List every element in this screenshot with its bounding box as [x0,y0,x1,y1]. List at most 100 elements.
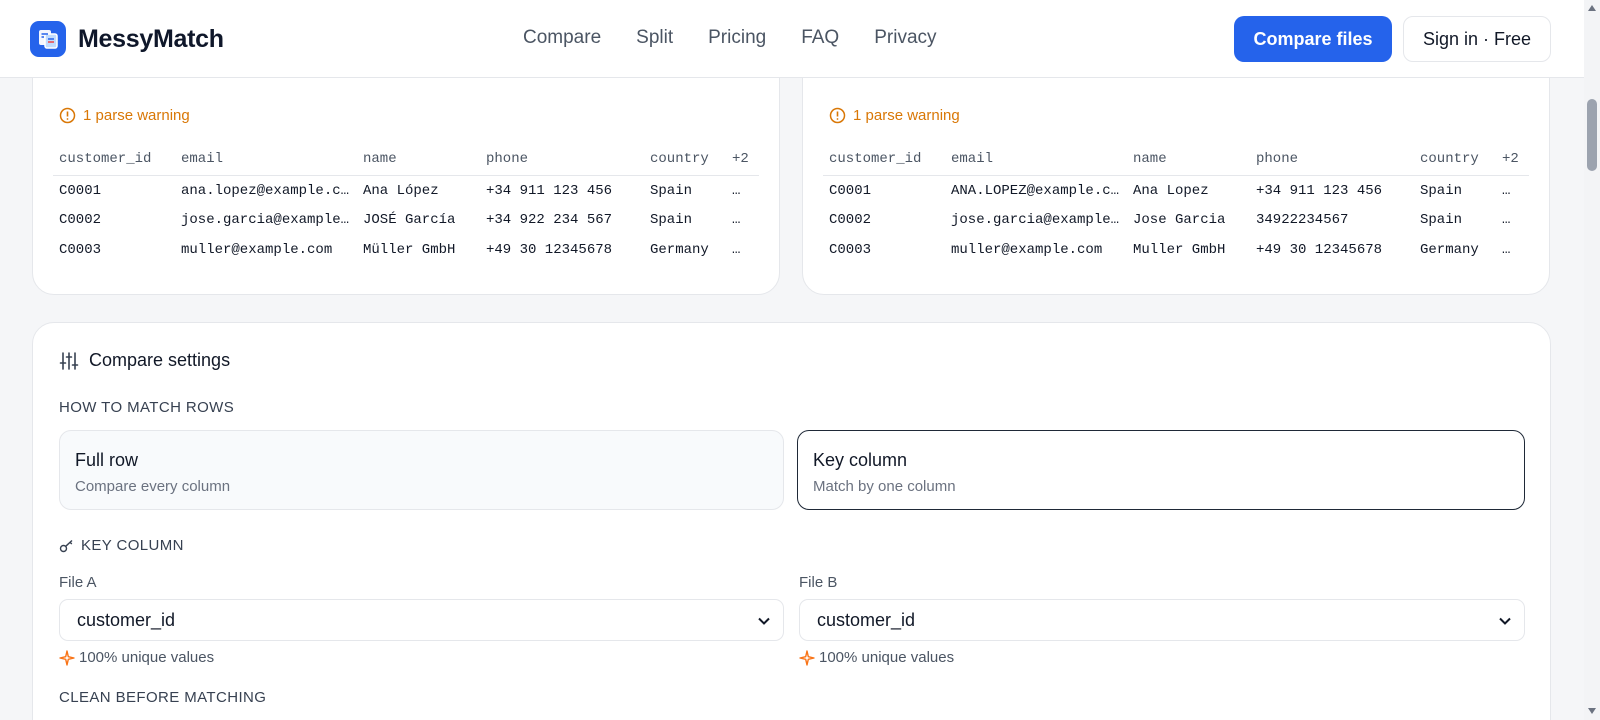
logo-icon [30,21,66,57]
file-a-uniqueness: 100% unique values [59,649,214,666]
compare-settings-card: Compare settings HOW TO MATCH ROWS Full … [32,322,1551,720]
table-row: C0002 jose.garcia@example… Jose Garcia 3… [823,205,1529,235]
full-row-option[interactable]: Full row Compare every column [59,430,784,510]
key-column-section-label: KEY COLUMN [59,537,184,554]
parse-warning-text: 1 parse warning [853,107,960,124]
scroll-down-arrow-icon[interactable] [1587,706,1597,716]
table-header-row: customer_id email name phone country +2 [53,144,759,176]
table-cell: ana.lopez@example.c… [181,183,350,200]
table-cell: +49 30 12345678 [1256,242,1383,258]
table-cell: jose.garcia@example… [181,212,350,228]
sign-in-button[interactable]: Sign in · Free [1403,16,1551,62]
table-row: C0002 jose.garcia@example… JOSÉ García +… [53,205,759,235]
key-icon [59,539,73,552]
nav-link-compare[interactable]: Compare [523,27,601,49]
table-cell: +34 911 123 456 [486,183,613,200]
column-header: email [175,144,357,176]
table-cell: jose.garcia@example… [951,212,1120,228]
chevron-down-icon [1499,617,1511,625]
brand[interactable]: MessyMatch [30,21,224,57]
table-row: C0003 muller@example.com Müller GmbH +49… [53,235,759,265]
uniqueness-text: 100% unique values [819,649,955,666]
top-navigation-bar: MessyMatch Compare Split Pricing FAQ Pri… [0,0,1584,78]
warning-icon [829,107,846,124]
key-column-label: KEY COLUMN [81,537,184,554]
table-cell: C0002 [59,212,102,228]
page-scrollbar[interactable] [1584,0,1600,720]
table-cell: C0002 [829,212,872,228]
parse-warning[interactable]: 1 parse warning [59,107,190,124]
table-cell: Spain [1420,183,1463,200]
table-cell: 34922234567 [1256,212,1349,228]
nav-link-privacy[interactable]: Privacy [874,27,936,49]
compare-files-button[interactable]: Compare files [1234,16,1392,62]
table-row: C0001 ANA.LOPEZ@example.c… Ana Lopez +34… [823,175,1529,205]
option-title: Key column [813,450,908,470]
table-cell: … [732,183,741,200]
table-cell: Ana López [363,183,439,200]
more-columns-indicator: +2 [726,144,759,176]
table-cell: C0003 [829,242,872,258]
clean-before-matching-label: CLEAN BEFORE MATCHING [59,689,267,706]
table-cell: +34 911 123 456 [1256,183,1383,200]
column-header: email [945,144,1127,176]
table-cell: Ana Lopez [1133,183,1209,200]
uniqueness-text: 100% unique values [79,649,215,666]
selected-value: customer_id [817,609,916,630]
table-cell: Muller GmbH [1133,242,1226,258]
nav-link-split[interactable]: Split [636,27,673,49]
settings-title: Compare settings [89,350,231,370]
table-cell: Spain [1420,212,1463,228]
option-subtitle: Match by one column [813,478,956,495]
table-cell: C0001 [829,183,872,200]
key-column-option[interactable]: Key column Match by one column [797,430,1525,510]
table-cell: Germany [1420,242,1479,258]
more-columns-indicator: +2 [1496,144,1529,176]
scrollbar-thumb[interactable] [1587,99,1597,171]
sparkle-icon [59,649,75,666]
column-header: country [1414,144,1496,176]
table-cell: Spain [650,183,693,200]
main-nav: Compare Split Pricing FAQ Privacy [523,27,972,49]
parse-warning-text: 1 parse warning [83,107,190,124]
settings-heading: Compare settings [59,350,230,371]
column-header: country [644,144,726,176]
nav-link-pricing[interactable]: Pricing [708,27,766,49]
file-a-preview-table: customer_id email name phone country +2 … [53,144,759,265]
sliders-icon [59,351,79,370]
column-header: phone [480,144,644,176]
nav-link-faq[interactable]: FAQ [801,27,839,49]
table-cell: ANA.LOPEZ@example.c… [951,183,1120,200]
column-header: customer_id [823,144,945,176]
file-b-key-select[interactable]: customer_id [799,599,1525,641]
chevron-down-icon [758,617,770,625]
file-b-label: File B [799,574,838,591]
table-row: C0001 ana.lopez@example.c… Ana López +34… [53,175,759,205]
file-a-label: File A [59,574,97,591]
table-cell: Jose Garcia [1133,212,1226,228]
match-rows-label: HOW TO MATCH ROWS [59,399,235,416]
warning-icon [59,107,76,124]
table-cell: +49 30 12345678 [486,242,613,258]
scroll-up-arrow-icon[interactable] [1587,3,1597,13]
table-cell: … [732,242,741,258]
table-cell: JOSÉ García [363,212,456,228]
file-a-key-select[interactable]: customer_id [59,599,784,641]
parse-warning[interactable]: 1 parse warning [829,107,960,124]
column-header: customer_id [53,144,175,176]
table-row: C0003 muller@example.com Muller GmbH +49… [823,235,1529,265]
selected-value: customer_id [77,609,176,630]
table-cell: Germany [650,242,709,258]
table-header-row: customer_id email name phone country +2 [823,144,1529,176]
brand-name: MessyMatch [78,24,224,53]
table-cell: … [1502,212,1511,228]
option-title: Full row [75,450,139,470]
table-cell: C0001 [59,183,102,200]
table-cell: Müller GmbH [363,242,456,258]
file-b-uniqueness: 100% unique values [799,649,954,666]
file-b-preview-table: customer_id email name phone country +2 … [823,144,1529,265]
table-cell: … [732,212,741,228]
table-cell: muller@example.com [951,242,1103,258]
table-cell: muller@example.com [181,242,333,258]
option-subtitle: Compare every column [75,478,231,495]
